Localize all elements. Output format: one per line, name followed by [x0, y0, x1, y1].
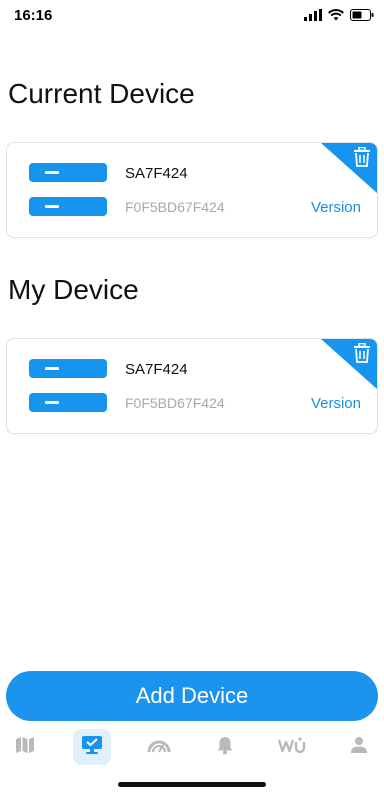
delete-corner[interactable] [321, 339, 377, 389]
trash-icon[interactable] [353, 342, 371, 368]
wifi-icon [328, 8, 344, 26]
device-mac: F0F5BD67F424 [125, 199, 225, 215]
version-link[interactable]: Version [311, 199, 361, 216]
device-mac-badge [29, 393, 107, 412]
add-device-button[interactable]: Add Device [6, 671, 378, 721]
home-indicator [118, 782, 266, 787]
status-bar: 16:16 [0, 0, 384, 32]
delete-corner[interactable] [321, 143, 377, 193]
bell-icon [216, 735, 234, 760]
tab-wu[interactable] [273, 729, 311, 765]
battery-icon [350, 8, 374, 26]
device-icon [81, 735, 103, 760]
wu-logo-icon [278, 736, 306, 758]
device-name-badge [29, 163, 107, 182]
my-device-card[interactable]: SA7F424 F0F5BD67F424 Version [6, 338, 378, 434]
current-device-title: Current Device [8, 78, 195, 109]
my-device-title: My Device [8, 274, 139, 305]
bottom-tab-bar [0, 724, 384, 770]
tab-gauge[interactable] [140, 729, 178, 765]
device-mac: F0F5BD67F424 [125, 395, 225, 411]
map-icon [15, 736, 35, 759]
status-icons [304, 8, 374, 26]
tab-map[interactable] [6, 729, 44, 765]
signal-icon [304, 8, 322, 26]
device-name: SA7F424 [125, 165, 188, 182]
current-device-card[interactable]: SA7F424 F0F5BD67F424 Version [6, 142, 378, 238]
device-name-badge [29, 359, 107, 378]
status-time: 16:16 [14, 7, 53, 24]
profile-icon [350, 736, 368, 759]
device-mac-badge [29, 197, 107, 216]
tab-profile[interactable] [340, 729, 378, 765]
gauge-icon [147, 737, 171, 758]
tab-notifications[interactable] [206, 729, 244, 765]
device-name: SA7F424 [125, 361, 188, 378]
trash-icon[interactable] [353, 146, 371, 172]
version-link[interactable]: Version [311, 395, 361, 412]
tab-device[interactable] [72, 729, 111, 765]
